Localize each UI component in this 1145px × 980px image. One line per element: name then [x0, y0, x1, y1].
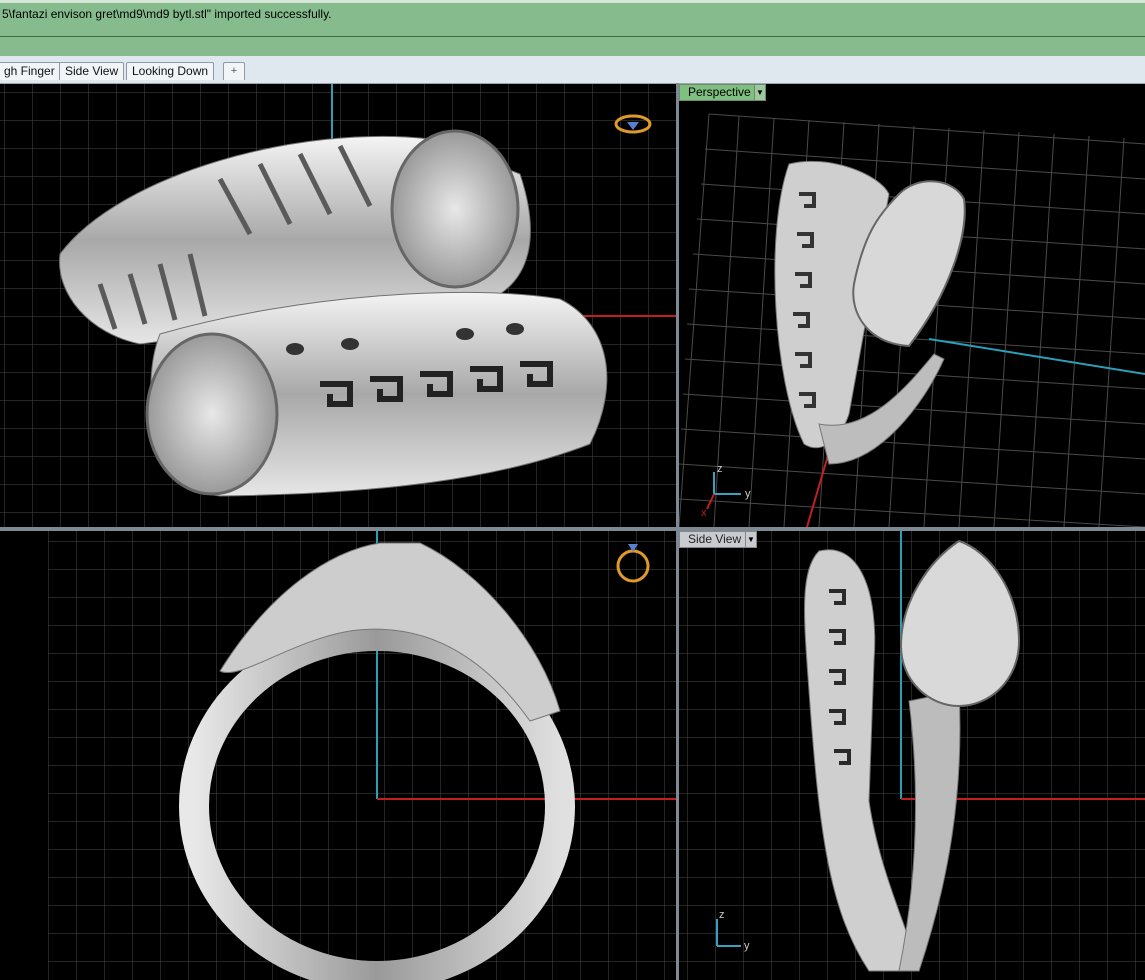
- viewport-side-view[interactable]: z y Side View ▼: [679, 531, 1145, 980]
- tab-looking-down[interactable]: Looking Down: [126, 62, 215, 80]
- viewport-splitter-vertical[interactable]: [676, 83, 679, 980]
- command-panel-topline: [0, 0, 1145, 3]
- axis-label-y: y: [745, 488, 751, 500]
- command-message: 5\fantazi envison gret\md9\md9 bytl.stl"…: [2, 7, 332, 21]
- viewport-side-view-canvas: z y: [679, 531, 1145, 980]
- axis-gizmo: z y x: [701, 463, 751, 519]
- viewport-bottom-left-canvas: [48, 531, 676, 980]
- tab-side-view[interactable]: Side View: [59, 62, 125, 80]
- viewport-splitter-horizontal[interactable]: [0, 527, 1145, 531]
- tab-high-finger[interactable]: gh Finger: [0, 62, 61, 80]
- dropdown-arrow-icon[interactable]: ▼: [754, 84, 766, 101]
- viewport-top-left[interactable]: [0, 84, 676, 527]
- viewport-tab-bar: gh Finger Side View Looking Down +: [0, 56, 1145, 84]
- axis-label-z: z: [717, 463, 723, 475]
- dropdown-arrow-icon[interactable]: ▼: [745, 531, 757, 548]
- viewport-title-side-view[interactable]: Side View: [679, 531, 751, 548]
- viewport-perspective[interactable]: z y x Perspective ▼: [679, 84, 1145, 527]
- axis-label-x: x: [701, 507, 707, 519]
- command-input-separator: [0, 36, 1145, 37]
- add-tab-icon[interactable]: +: [223, 62, 245, 80]
- viewport-top-left-canvas: [0, 84, 676, 527]
- viewport-title-perspective[interactable]: Perspective: [679, 84, 760, 101]
- viewport-perspective-canvas: z y x: [679, 113, 1145, 527]
- viewport-bottom-left[interactable]: [0, 531, 676, 980]
- axis-label-y-side: y: [744, 940, 750, 952]
- axis-label-z-side: z: [719, 909, 725, 921]
- command-history-panel: 5\fantazi envison gret\md9\md9 bytl.stl"…: [0, 0, 1145, 56]
